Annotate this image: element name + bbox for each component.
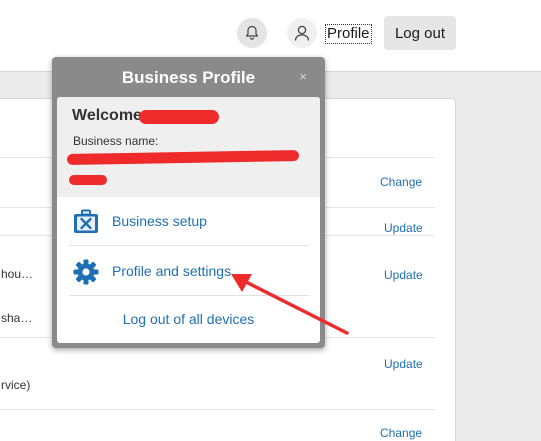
user-icon: [294, 25, 310, 41]
menu-item-label: Business setup: [112, 213, 207, 229]
notifications-button[interactable]: [237, 18, 267, 48]
popup-body: Welcome Business name: Business setup Pr…: [57, 97, 320, 343]
menu-item-profile-settings[interactable]: Profile and settings: [69, 247, 309, 295]
redaction-mark: [139, 110, 219, 124]
bell-icon: [246, 25, 258, 40]
close-icon: ×: [299, 69, 307, 84]
popup-title: Business Profile: [121, 68, 256, 87]
menu-item-business-setup[interactable]: Business setup: [69, 197, 309, 245]
change-link[interactable]: Change: [380, 426, 422, 440]
update-link[interactable]: Update: [384, 268, 423, 282]
welcome-text: Welcome: [72, 107, 142, 124]
close-button[interactable]: ×: [296, 69, 310, 85]
business-profile-popup: Business Profile × Welcome Business name…: [52, 57, 325, 348]
menu-divider: [69, 295, 309, 296]
business-name-label: Business name:: [73, 134, 159, 148]
profile-button[interactable]: [287, 18, 317, 48]
redaction-mark: [66, 149, 300, 166]
logout-button[interactable]: Log out: [384, 16, 456, 50]
menu-item-label: Profile and settings: [112, 263, 232, 279]
profile-link[interactable]: Profile: [325, 24, 372, 44]
row-text-fragment: sha…: [1, 311, 33, 325]
update-link[interactable]: Update: [384, 357, 423, 371]
row-text-fragment: hou…: [1, 267, 34, 281]
change-link[interactable]: Change: [380, 175, 422, 189]
row-text-fragment: rvice): [1, 378, 31, 392]
gear-icon: [73, 259, 99, 285]
toolbox-icon: [74, 209, 98, 233]
menu-divider: [69, 245, 309, 246]
redaction-mark: [69, 175, 107, 185]
row-divider: [0, 409, 435, 410]
logout-all-devices-link[interactable]: Log out of all devices: [57, 311, 320, 327]
welcome-section: Welcome Business name:: [57, 97, 320, 197]
update-link[interactable]: Update: [384, 221, 423, 235]
